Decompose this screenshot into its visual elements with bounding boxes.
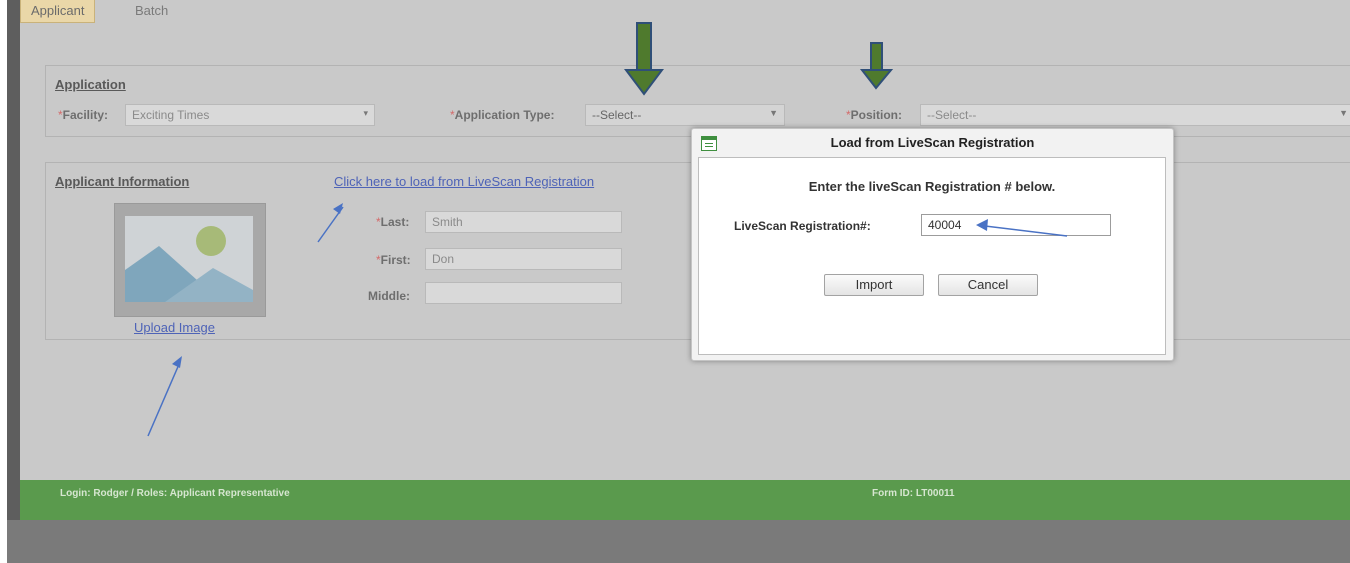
blue-arrow-icon bbox=[147, 356, 182, 437]
blue-arrow-icon bbox=[976, 219, 1068, 237]
green-arrow-icon bbox=[859, 42, 894, 90]
annotation-arrows bbox=[147, 22, 1068, 437]
blue-arrow-icon bbox=[317, 203, 344, 243]
green-arrow-icon bbox=[624, 22, 664, 96]
